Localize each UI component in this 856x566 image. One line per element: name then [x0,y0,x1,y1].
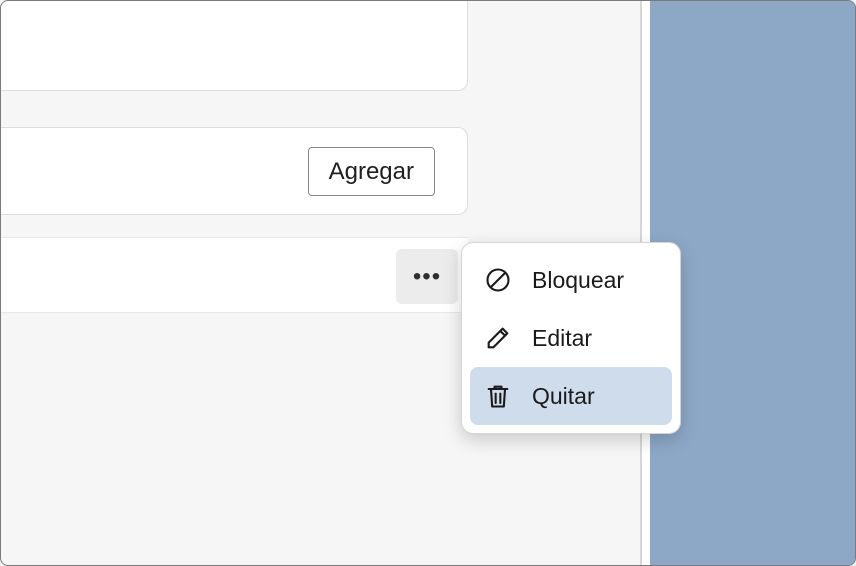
menu-item-remove[interactable]: Quitar [470,367,672,425]
menu-item-block[interactable]: Bloquear [470,251,672,309]
list-row: ••• [1,237,468,313]
menu-item-label: Editar [532,325,592,352]
add-button-label: Agregar [329,158,414,186]
menu-item-edit[interactable]: Editar [470,309,672,367]
card [1,1,468,91]
pencil-icon [484,324,512,352]
block-icon [484,266,512,294]
trash-icon [484,382,512,410]
add-button[interactable]: Agregar [308,147,435,196]
card: Agregar [1,127,468,215]
menu-item-label: Bloquear [532,267,624,294]
more-button[interactable]: ••• [396,249,458,304]
context-menu: Bloquear Editar Quitar [461,242,681,434]
menu-item-label: Quitar [532,383,595,410]
more-icon: ••• [413,265,441,289]
